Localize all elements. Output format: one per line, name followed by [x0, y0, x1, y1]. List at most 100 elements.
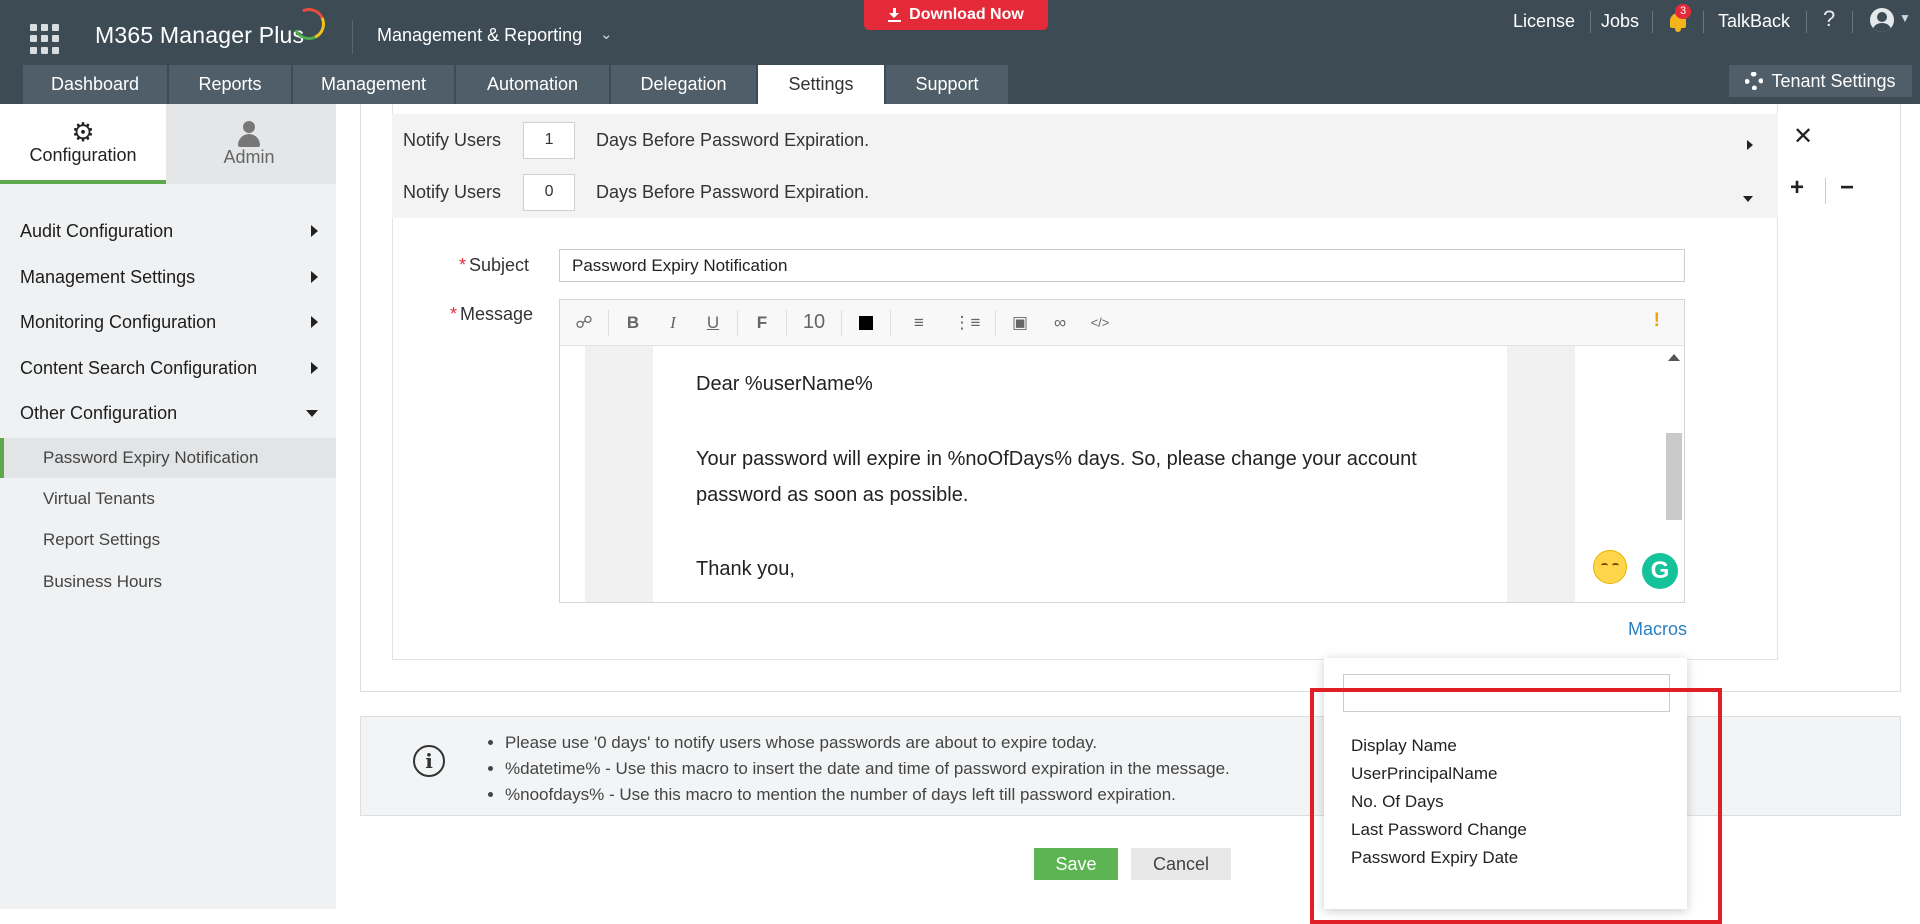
notify-row[interactable]: Notify Users 1 Days Before Password Expi… [392, 114, 1778, 166]
sidebar-item-monitoring-configuration[interactable]: Monitoring Configuration [0, 302, 336, 342]
help-icon[interactable]: ? [1823, 6, 1835, 32]
user-icon [236, 120, 262, 147]
sidebar-item-password-expiry-notification[interactable]: Password Expiry Notification [0, 438, 336, 478]
message-line: password as soon as possible. [696, 484, 969, 506]
add-icon[interactable]: + [1790, 174, 1804, 202]
macro-option-password-expiry-date[interactable]: Password Expiry Date [1351, 848, 1518, 868]
sidebar-tab-label: Configuration [29, 144, 137, 165]
caret-right-icon[interactable] [1747, 134, 1753, 155]
align-icon[interactable]: ≡ [895, 313, 943, 333]
macro-option-last-password-change[interactable]: Last Password Change [1351, 820, 1527, 840]
talkback-link[interactable]: TalkBack [1718, 10, 1790, 32]
close-icon[interactable]: ✕ [1793, 122, 1813, 151]
sidebar-item-audit-configuration[interactable]: Audit Configuration [0, 211, 336, 251]
notification-badge: 3 [1675, 4, 1691, 19]
image-icon[interactable]: ▣ [1000, 313, 1040, 333]
tenant-settings-button[interactable]: Tenant Settings [1729, 65, 1912, 97]
download-now-button[interactable]: Download Now [864, 0, 1048, 30]
subject-input[interactable]: Password Expiry Notification [559, 249, 1685, 282]
chevron-down-icon[interactable]: ▼ [1899, 11, 1911, 25]
warning-icon[interactable]: ! [1654, 310, 1660, 332]
attach-icon[interactable]: ☍ [564, 313, 604, 333]
macros-link[interactable]: Macros [1628, 619, 1687, 640]
days-input[interactable]: 1 [523, 121, 576, 159]
sidebar-item-label: Management Settings [20, 266, 196, 287]
license-link[interactable]: License [1513, 10, 1575, 32]
info-icon: i [413, 745, 445, 777]
tab-reports[interactable]: Reports [169, 65, 291, 104]
app-logo: M365 Manager Plus [95, 22, 305, 48]
grammarly-icon[interactable]: G [1642, 553, 1678, 589]
tab-management[interactable]: Management [293, 65, 454, 104]
sidebar-item-content-search-configuration[interactable]: Content Search Configuration [0, 348, 336, 388]
tab-settings[interactable]: Settings [758, 65, 884, 104]
notify-users-label: Notify Users [403, 129, 502, 150]
chevron-down-icon[interactable]: ⌄ [600, 25, 613, 43]
bold-icon[interactable]: B [613, 313, 653, 333]
days-before-label: Days Before Password Expiration. [596, 129, 870, 150]
sidebar-tabs: ⚙ Configuration Admin [0, 104, 336, 184]
tenant-settings-label: Tenant Settings [1771, 70, 1896, 91]
scroll-up-icon[interactable] [1668, 354, 1680, 361]
main-tabs: Dashboard Reports Management Automation … [23, 65, 1010, 104]
message-line: Your password will expire in %noOfDays% … [696, 448, 1417, 470]
days-input[interactable]: 0 [523, 173, 576, 211]
app-grid-icon[interactable] [30, 24, 60, 54]
font-family-icon[interactable]: F [742, 313, 782, 333]
jobs-link[interactable]: Jobs [1601, 10, 1639, 32]
remove-icon[interactable]: − [1840, 174, 1854, 202]
sidebar: ⚙ Configuration Admin Audit Configuratio… [0, 104, 336, 909]
gear-icon: ⚙ [71, 116, 95, 147]
module-selector[interactable]: Management & Reporting [377, 25, 582, 46]
toolbar-divider [890, 309, 891, 336]
tab-dashboard[interactable]: Dashboard [23, 65, 167, 104]
sidebar-item-virtual-tenants[interactable]: Virtual Tenants [0, 479, 336, 519]
italic-icon[interactable]: I [653, 313, 693, 333]
top-header: M365 Manager Plus Management & Reporting… [0, 0, 1920, 104]
tab-delegation[interactable]: Delegation [611, 65, 756, 104]
nav-divider [1852, 11, 1853, 33]
caret-right-icon [311, 362, 318, 374]
message-line: Thank you, [696, 558, 795, 580]
sidebar-item-other-configuration[interactable]: Other Configuration [0, 393, 336, 433]
sidebar-item-report-settings[interactable]: Report Settings [0, 520, 336, 560]
cancel-button[interactable]: Cancel [1131, 848, 1231, 880]
message-label-text: Message [460, 304, 534, 324]
link-icon[interactable]: ∞ [1040, 313, 1080, 333]
message-label: * Message [450, 304, 533, 325]
sidebar-item-management-settings[interactable]: Management Settings [0, 257, 336, 297]
caret-down-icon[interactable] [1743, 186, 1753, 207]
text-color-icon[interactable] [859, 315, 873, 330]
download-now-label: Download Now [909, 6, 1024, 23]
tab-automation[interactable]: Automation [456, 65, 609, 104]
toolbar-divider [786, 309, 787, 336]
sidebar-tab-admin[interactable]: Admin [166, 104, 332, 184]
notify-row[interactable]: Notify Users 0 Days Before Password Expi… [392, 166, 1778, 218]
message-editor[interactable]: ☍ B I U F 10 ≡ ⋮≡ ▣ ∞ </> ! Dear %userNa… [559, 299, 1685, 603]
macro-option-display-name[interactable]: Display Name [1351, 736, 1457, 756]
caret-right-icon [311, 316, 318, 328]
code-icon[interactable]: </> [1080, 315, 1120, 330]
sidebar-item-business-hours[interactable]: Business Hours [0, 562, 336, 602]
save-button[interactable]: Save [1034, 848, 1118, 880]
macro-option-no-of-days[interactable]: No. Of Days [1351, 792, 1444, 812]
scroll-thumb[interactable] [1666, 433, 1682, 520]
macros-search-input[interactable] [1343, 674, 1670, 712]
macro-option-user-principal-name[interactable]: UserPrincipalName [1351, 764, 1497, 784]
toolbar-divider [608, 309, 609, 336]
font-size-select[interactable]: 10 [791, 311, 837, 334]
download-icon [888, 8, 902, 22]
user-avatar-icon[interactable] [1870, 8, 1894, 32]
info-item: %datetime% - Use this macro to insert th… [505, 756, 1230, 782]
emoji-icon[interactable] [1593, 550, 1627, 584]
required-marker: * [450, 304, 458, 324]
toolbar-divider [841, 309, 842, 336]
nav-divider [1806, 11, 1807, 33]
underline-icon[interactable]: U [693, 313, 733, 333]
info-item: Please use '0 days' to notify users whos… [505, 730, 1230, 756]
sidebar-tab-label: Admin [223, 146, 275, 167]
caret-right-icon [311, 271, 318, 283]
tab-support[interactable]: Support [886, 65, 1008, 104]
sidebar-tab-configuration[interactable]: ⚙ Configuration [0, 104, 166, 184]
list-icon[interactable]: ⋮≡ [943, 313, 991, 333]
